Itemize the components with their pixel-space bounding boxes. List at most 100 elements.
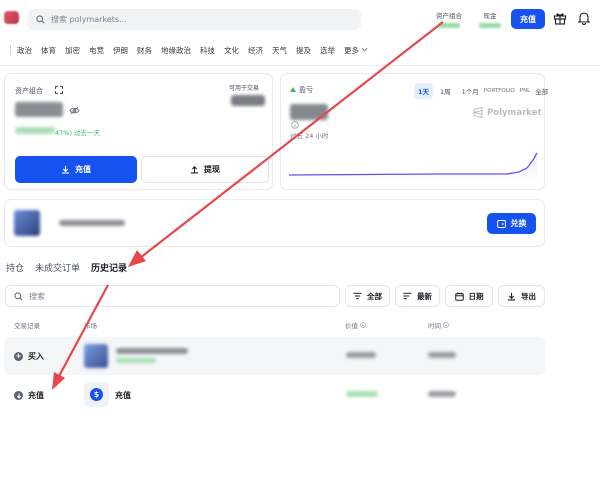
pnl-chart-line — [289, 152, 538, 176]
tab-history[interactable]: 历史记录 — [91, 261, 127, 274]
table-row[interactable]: 充值 $ 充值 — [4, 376, 545, 414]
deposit-button[interactable]: 充值 — [15, 156, 137, 183]
polymarket-watermark-text: Polymarket — [487, 107, 542, 118]
market-thumbnail: $ — [84, 382, 109, 407]
nav-separator — [10, 45, 11, 55]
portfolio-summary-value — [438, 23, 460, 28]
sort-toggle-icon — [443, 322, 449, 328]
date-button[interactable]: 日期 — [445, 285, 493, 307]
nav-item-esports[interactable]: 电竞 — [89, 45, 104, 56]
tab-open-orders[interactable]: 未成交订单 — [35, 261, 80, 274]
info-icon[interactable] — [291, 121, 299, 129]
polymarket-logo[interactable] — [4, 11, 19, 24]
sort-icon — [403, 292, 412, 300]
search-icon — [36, 15, 45, 24]
nav-item-politics[interactable]: 政治 — [17, 45, 32, 56]
available-to-trade-label: 可用于交易 — [229, 85, 260, 92]
nav-item-culture[interactable]: 文化 — [224, 45, 239, 56]
header-deposit-button[interactable]: 充值 — [511, 9, 545, 29]
nav-item-crypto[interactable]: 加密 — [65, 45, 80, 56]
profit-loss-title: 盈亏 — [299, 86, 313, 94]
nav-item-more[interactable]: 更多 — [344, 45, 368, 56]
nav-more-label: 更多 — [344, 45, 359, 55]
positions-tabs: 持仓 未成交订单 历史记录 — [6, 261, 127, 274]
row-action: 充值 — [14, 390, 44, 401]
pnl-chart-area — [289, 153, 537, 182]
column-header-time[interactable]: 时间 — [428, 320, 449, 330]
nav-item-economy[interactable]: 经济 — [248, 45, 263, 56]
nav-item-finance[interactable]: 财务 — [137, 45, 152, 56]
wallet-icon — [496, 219, 506, 228]
row-action: + 买入 — [14, 351, 44, 362]
history-search-input[interactable]: 搜索 — [5, 285, 340, 307]
portfolio-summary[interactable]: 资产组合 — [436, 10, 462, 28]
export-button-label: 导出 — [521, 291, 536, 301]
gift-icon[interactable] — [553, 11, 567, 25]
search-icon — [14, 291, 23, 301]
exchange-button[interactable]: 兑换 — [487, 213, 536, 234]
nav-item-geopolitics[interactable]: 地缘政治 — [161, 45, 191, 56]
nav-item-tech[interactable]: 科技 — [200, 45, 215, 56]
nav-item-iran[interactable]: 伊朗 — [113, 45, 128, 56]
filter-all-button[interactable]: 全部 — [345, 285, 390, 307]
range-tab-1m[interactable]: 1个月 — [458, 83, 480, 99]
nav-item-mentions[interactable]: 提及 — [296, 45, 311, 56]
portfolio-card-title: 资产组合 — [15, 87, 43, 95]
arrow-down-icon — [14, 391, 23, 400]
date-button-label: 日期 — [468, 291, 484, 301]
table-row[interactable]: + 买入 — [4, 337, 545, 375]
cash-summary[interactable]: 现金 — [479, 10, 501, 28]
export-button[interactable]: 导出 — [498, 285, 545, 307]
market-thumbnail — [84, 344, 108, 368]
deposit-button-label: 充值 — [75, 165, 91, 174]
dollar-icon: $ — [90, 388, 103, 401]
range-tabs: 1天 1周 1个月 PORTFOLIO PNL 全部 — [414, 83, 549, 99]
market-title: 充值 — [115, 391, 131, 400]
category-nav: 政治 体育 加密 电竞 伊朗 财务 地缘政治 科技 文化 经济 天气 提及 选举… — [0, 42, 377, 58]
nav-item-sports[interactable]: 体育 — [41, 45, 56, 56]
nav-item-elections[interactable]: 选举 — [320, 45, 335, 56]
eye-off-icon[interactable] — [69, 106, 80, 115]
row-value — [346, 391, 378, 397]
upload-icon — [190, 166, 199, 174]
account-card: 兑换 — [4, 199, 545, 247]
polymarket-watermark: Polymarket — [473, 107, 542, 118]
calendar-icon — [454, 291, 464, 301]
account-avatar — [14, 210, 40, 236]
portfolio-card: 资产组合 可用于交易 47%) 过去一天 充值 提现 — [4, 73, 273, 190]
plus-icon: + — [14, 352, 23, 361]
portfolio-value — [15, 102, 63, 117]
download-icon — [61, 165, 70, 174]
range-tab-1d[interactable]: 1天 — [414, 83, 434, 99]
portfolio-summary-label: 资产组合 — [436, 12, 462, 20]
market-outcome — [116, 358, 156, 363]
tab-positions[interactable]: 持仓 — [6, 261, 24, 274]
range-tab-portfolio[interactable]: PORTFOLIO — [483, 85, 516, 97]
download-icon — [507, 292, 516, 300]
global-search-placeholder: 搜索 polymarkets... — [51, 15, 127, 24]
withdraw-button-label: 提现 — [204, 165, 220, 174]
range-tab-1w[interactable]: 1周 — [436, 83, 455, 99]
exchange-button-label: 兑换 — [510, 219, 527, 228]
column-header-value[interactable]: 价值 — [345, 320, 366, 330]
expand-icon[interactable] — [55, 86, 63, 94]
row-time — [428, 391, 456, 397]
chevron-down-icon — [361, 47, 368, 51]
global-search-input[interactable]: 搜索 polymarkets... — [28, 9, 361, 30]
nav-item-weather[interactable]: 天气 — [272, 45, 287, 56]
sort-latest-label: 最新 — [417, 291, 432, 301]
market-title[interactable] — [116, 348, 188, 354]
withdraw-button[interactable]: 提现 — [141, 156, 269, 183]
account-address — [59, 220, 125, 226]
bell-icon[interactable] — [577, 11, 591, 25]
filter-all-label: 全部 — [367, 291, 382, 301]
portfolio-change-amount — [15, 127, 55, 134]
column-header-market[interactable]: 市场 — [84, 320, 97, 330]
annotation-arrowhead — [128, 250, 146, 267]
sort-latest-button[interactable]: 最新 — [395, 285, 440, 307]
range-tab-all[interactable]: 全部 — [534, 83, 549, 99]
column-header-time-label: 时间 — [428, 322, 441, 330]
profit-loss-value — [290, 104, 328, 120]
range-tab-pnl[interactable]: PNL — [519, 85, 532, 97]
history-search-placeholder: 搜索 — [29, 291, 45, 301]
